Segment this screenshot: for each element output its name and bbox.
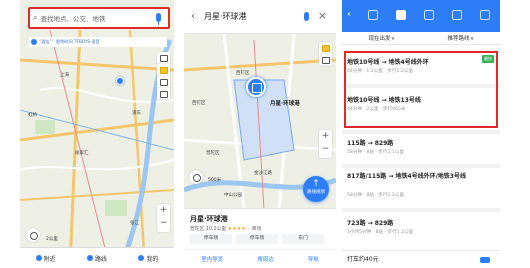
route-lines: 817路/115路 → 地铁4号线外环/地铁3号线 [347, 173, 466, 180]
indoor-guide-button[interactable]: 室内导览 [201, 255, 223, 263]
route-plan-button[interactable]: 路线规划 [303, 176, 329, 202]
search-nearby-button[interactable]: 搜周边 [257, 255, 274, 263]
map-label: 西钉区 [192, 101, 206, 106]
home-map-screen: ⌕ 查找地点、公交、地铁 “酒店”：限免时间 TFBOYS 语音 上海 虹桥 徐… [20, 0, 174, 268]
chip[interactable]: 停车场 [236, 234, 278, 244]
poi-card[interactable]: 月星·环球港 普陀区 10.2公里 ★★★★☆ 商场 停车场 停车场 东门 室内… [184, 208, 336, 268]
layers-icon[interactable] [157, 52, 170, 64]
depart-time-filter[interactable]: 现在出发▼ [368, 34, 394, 42]
route-option[interactable]: 115路 → 829路 58分钟 · 8站 · 步行1.1公里 [347, 138, 495, 160]
close-icon[interactable]: × [318, 9, 327, 22]
mode-bar: ‹ [342, 0, 500, 32]
locate-icon[interactable] [26, 228, 40, 242]
map-label: 虹桥 [28, 113, 37, 118]
nav-label: 附近 [43, 255, 56, 263]
map-tools [157, 52, 170, 100]
map-label: 中山公园 [224, 193, 242, 198]
report-icon[interactable] [157, 76, 170, 88]
route-sort-filter[interactable]: 推荐路线▼ [447, 34, 473, 42]
map-label: 张江 [130, 221, 139, 226]
poi-category: 商场 [251, 227, 262, 232]
poi-distance: 普陀区 10.2公里 [190, 227, 227, 232]
nav-label: 路线 [94, 255, 107, 263]
map-label: 金沙江路 [254, 171, 272, 176]
transit-routes-screen: ‹ 现在出发▼ 推荐路线▼ 地铁10号线 → 地铁4号线外环 44分钟 · 1.… [342, 0, 500, 268]
subway-icon[interactable] [157, 88, 170, 100]
traffic-icon[interactable] [319, 42, 332, 54]
chip[interactable]: 东门 [282, 234, 324, 244]
route-option[interactable]: 723路 → 829路 1小时5分钟 · 8站 · 步行1.2公里 [347, 218, 495, 240]
poi-chips: 停车场 停车场 东门 [190, 234, 324, 244]
notice-text: “酒店”：限免时间 TFBOYS 语音 [39, 39, 100, 44]
route-meta: 1小时5分钟 · 8站 · 步行1.2公里 [347, 230, 414, 235]
chevron-down-icon: ▼ [391, 36, 395, 41]
map-label: 普陀区 [206, 151, 220, 156]
voice-icon[interactable] [156, 13, 161, 25]
poi-screen: ‹ 月星·环球港 × 西钉区 西钉区 月星·环球港 普陀区 金沙江路 中山公园 … [184, 0, 336, 268]
zoom-control[interactable]: + − [157, 204, 170, 232]
route-plan-label: 路线规划 [307, 190, 325, 195]
rating-stars: ★★★★☆ [227, 226, 251, 232]
bottom-nav: 附近 路线 我的 [20, 247, 174, 268]
map-scale: 500米 [208, 178, 222, 183]
taxi-price: 打车约40元 [347, 256, 379, 263]
poi-search-title[interactable]: 月星·环球港 [204, 11, 247, 22]
poi-actions: 室内导览 搜周边 导航 [184, 249, 336, 268]
car-icon[interactable] [368, 10, 378, 20]
map-label: 浦东 [132, 111, 141, 116]
poi-map-label: 月星·环球港 [270, 101, 300, 107]
poi-meta: 普陀区 10.2公里 ★★★★☆ 商场 [190, 225, 261, 232]
chevron-down-icon: ▼ [470, 36, 474, 41]
nav-me[interactable]: 我的 [138, 254, 158, 263]
more-icon[interactable] [480, 10, 490, 20]
navigate-button[interactable]: 导航 [308, 255, 319, 263]
search-bar[interactable]: ⌕ 查找地点、公交、地铁 [28, 7, 170, 29]
layers-icon[interactable] [319, 54, 332, 66]
search-icon: ⌕ [33, 13, 38, 22]
bike-icon[interactable] [452, 10, 462, 20]
map-label: 徐家汇 [75, 151, 89, 156]
map-label: 西钉区 [236, 71, 250, 76]
route-filters: 现在出发▼ 推荐路线▼ [342, 32, 500, 45]
map-label: 上海 [60, 73, 69, 78]
poi-header: ‹ 月星·环球港 × [184, 0, 336, 34]
walk-icon[interactable] [424, 10, 434, 20]
mall-pin-icon[interactable] [246, 77, 266, 97]
filter-label: 推荐路线 [447, 36, 470, 42]
route-lines: 723路 → 829路 [347, 220, 394, 227]
filter-label: 现在出发 [368, 36, 391, 42]
traffic-icon[interactable] [157, 64, 170, 76]
map-tools [319, 42, 332, 66]
nav-nearby[interactable]: 附近 [35, 254, 56, 263]
route-option[interactable]: 817路/115路 → 地铁4号线外环/地铁3号线 58分钟 · 8站 · 步行… [347, 172, 495, 202]
route-meta: 58分钟 · 8站 · 步行1.2公里 [347, 193, 404, 198]
route-lines: 115路 → 829路 [347, 140, 394, 147]
current-location-icon [116, 77, 124, 85]
nav-route[interactable]: 路线 [86, 254, 107, 263]
back-icon[interactable]: ‹ [347, 9, 351, 20]
user-icon [138, 255, 145, 261]
divider [342, 130, 500, 134]
bus-icon[interactable] [396, 10, 406, 20]
nav-label: 我的 [146, 255, 159, 263]
back-icon[interactable]: ‹ [191, 11, 201, 22]
search-input[interactable]: 查找地点、公交、地铁 [40, 13, 105, 23]
chip[interactable]: 停车场 [190, 234, 232, 244]
map-scale: 2公里 [46, 237, 58, 242]
taxi-icon [480, 257, 490, 263]
zoom-control[interactable]: + − [319, 130, 332, 158]
divider [342, 208, 500, 212]
divider [342, 164, 500, 168]
notice-banner[interactable]: “酒店”：限免时间 TFBOYS 语音 [29, 37, 167, 47]
voice-icon[interactable] [304, 12, 309, 21]
route-icon [86, 255, 93, 261]
taxi-option[interactable]: 打车约40元 [342, 250, 500, 268]
highlight-box [344, 51, 498, 128]
route-meta: 58分钟 · 8站 · 步行1.1公里 [347, 150, 404, 155]
poi-name: 月星·环球港 [190, 215, 228, 223]
speaker-icon [31, 39, 37, 45]
travel-modes [359, 10, 499, 20]
pin-icon [35, 255, 42, 261]
locate-icon[interactable] [189, 170, 203, 184]
